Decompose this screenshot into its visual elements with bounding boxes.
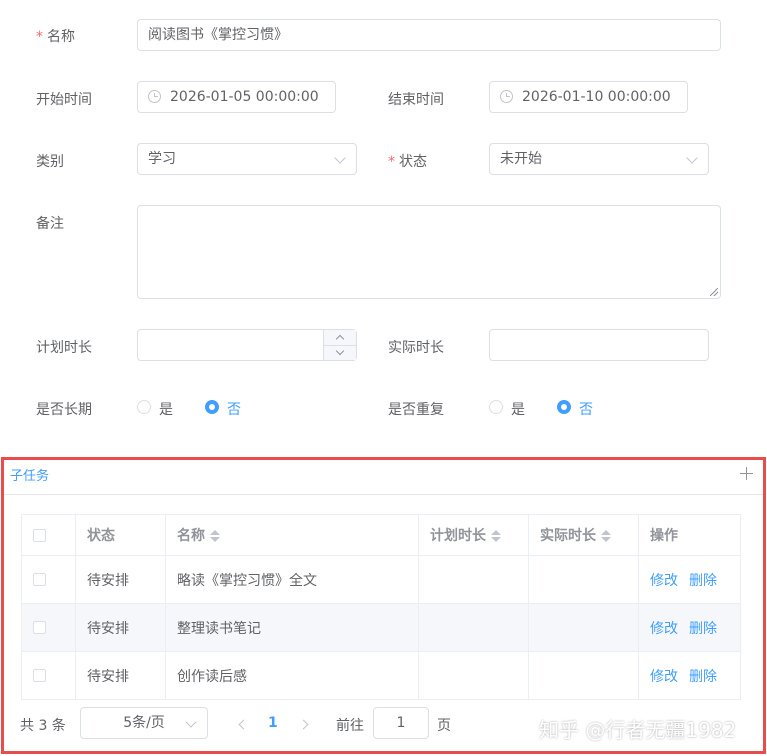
row-planned [418, 603, 529, 652]
repeat-yes-label[interactable]: 是 [511, 399, 525, 419]
row-name: 创作读后感 [165, 651, 419, 700]
row-status: 待安排 [75, 555, 166, 604]
row-actual [528, 603, 639, 652]
row-checkbox[interactable] [33, 669, 46, 682]
next-page-icon[interactable] [298, 719, 309, 730]
clock-icon [500, 89, 513, 103]
row-select-cell[interactable] [21, 555, 76, 604]
current-page[interactable]: 1 [268, 715, 278, 731]
row-checkbox[interactable] [33, 621, 46, 634]
pagination-total: 共 3 条 [20, 718, 66, 734]
status-select[interactable]: 未开始 [489, 143, 709, 175]
long-term-yes-radio[interactable] [137, 400, 151, 414]
chevron-down-icon [185, 716, 197, 728]
delete-link[interactable]: 删除 [689, 621, 717, 637]
delete-link[interactable]: 删除 [689, 669, 717, 685]
repeat-yes-radio[interactable] [489, 400, 503, 414]
table-row: 待安排 创作读后感 修改 删除 [21, 651, 741, 700]
repeat-no-label[interactable]: 否 [579, 399, 593, 419]
goto-page-value: 1 [396, 715, 406, 731]
category-label: 类别 [36, 154, 64, 170]
table-row: 待安排 略读《掌控习惯》全文 修改 删除 [21, 555, 741, 604]
column-header-actual-label: 实际时长 [540, 528, 596, 544]
edit-link[interactable]: 修改 [650, 621, 678, 637]
sort-icon[interactable] [491, 530, 501, 542]
plus-icon[interactable] [740, 467, 753, 480]
edit-link[interactable]: 修改 [650, 669, 678, 685]
row-name: 略读《掌控习惯》全文 [165, 555, 419, 604]
repeat-no-radio[interactable] [557, 400, 571, 414]
long-term-label: 是否长期 [36, 402, 92, 418]
row-checkbox[interactable] [33, 573, 46, 586]
column-header-name[interactable]: 名称 [165, 514, 419, 556]
sort-icon[interactable] [601, 530, 611, 542]
row-actions: 修改 删除 [638, 603, 741, 652]
table-header-row: 状态 名称 计划时长 实际时长 操作 [21, 514, 741, 556]
end-time-picker[interactable]: 2026-01-10 00:00:00 [489, 81, 688, 113]
column-header-status: 状态 [75, 514, 166, 556]
select-all-checkbox[interactable] [33, 528, 46, 542]
goto-page-input[interactable]: 1 [373, 707, 429, 739]
subtask-title: 子任务 [10, 469, 50, 484]
pagination: 共 3 条 5条/页 1 前往 1 页 知乎 @行者无疆1982 [4, 704, 763, 744]
page-size-select[interactable]: 5条/页 [80, 707, 208, 739]
column-header-planned[interactable]: 计划时长 [418, 514, 529, 556]
row-status: 待安排 [75, 651, 166, 700]
repeat-label: 是否重复 [388, 402, 444, 418]
actual-duration-input[interactable] [489, 329, 709, 361]
row-planned [418, 651, 529, 700]
remark-textarea[interactable] [137, 205, 721, 299]
planned-duration-label: 计划时长 [36, 340, 92, 356]
row-status: 待安排 [75, 603, 166, 652]
subtask-panel-header: 子任务 [4, 460, 763, 495]
row-actual [528, 555, 639, 604]
delete-link[interactable]: 删除 [689, 573, 717, 589]
column-header-actual[interactable]: 实际时长 [528, 514, 639, 556]
edit-link[interactable]: 修改 [650, 573, 678, 589]
long-term-yes-label[interactable]: 是 [159, 399, 173, 419]
subtask-panel: 子任务 状态 名称 计划时长 实际时长 操作 待安排 略读《掌控习惯》全文 修改… [1, 457, 766, 754]
sort-icon[interactable] [210, 530, 220, 542]
row-planned [418, 555, 529, 604]
watermark: 知乎 @行者无疆1982 [539, 718, 737, 742]
row-actions: 修改 删除 [638, 555, 741, 604]
status-label: * 状态 [388, 154, 427, 170]
column-header-planned-label: 计划时长 [430, 528, 486, 544]
name-label: * 名称 [36, 29, 75, 45]
page-size-value: 5条/页 [123, 715, 165, 731]
remark-label: 备注 [36, 216, 64, 232]
row-actual [528, 651, 639, 700]
row-name: 整理读书笔记 [165, 603, 419, 652]
clock-icon [148, 89, 161, 103]
start-time-picker[interactable]: 2026-01-05 00:00:00 [137, 81, 336, 113]
table-row: 待安排 整理读书笔记 修改 删除 [21, 603, 741, 652]
number-stepper[interactable] [323, 330, 356, 360]
goto-label: 前往 [336, 718, 364, 734]
page-unit-label: 页 [437, 718, 451, 734]
row-select-cell[interactable] [21, 603, 76, 652]
select-all-cell[interactable] [21, 514, 76, 556]
end-time-label: 结束时间 [388, 92, 444, 108]
name-input[interactable]: 阅读图书《掌控习惯》 [137, 19, 721, 51]
category-select[interactable]: 学习 [137, 143, 357, 175]
decrease-icon[interactable] [324, 345, 356, 361]
planned-duration-input[interactable] [137, 329, 357, 361]
long-term-no-label[interactable]: 否 [227, 399, 241, 419]
start-time-label: 开始时间 [36, 92, 92, 108]
subtask-table: 状态 名称 计划时长 实际时长 操作 待安排 略读《掌控习惯》全文 修改 删除 待… [21, 514, 741, 700]
increase-icon[interactable] [324, 330, 356, 345]
column-header-name-label: 名称 [177, 528, 205, 544]
row-select-cell[interactable] [21, 651, 76, 700]
chevron-down-icon [686, 152, 698, 164]
prev-page-icon[interactable] [238, 719, 249, 730]
column-header-actions: 操作 [638, 514, 741, 556]
chevron-down-icon [334, 152, 346, 164]
long-term-no-radio[interactable] [205, 400, 219, 414]
row-actions: 修改 删除 [638, 651, 741, 700]
resize-handle[interactable] [710, 288, 718, 296]
actual-duration-label: 实际时长 [388, 340, 444, 356]
